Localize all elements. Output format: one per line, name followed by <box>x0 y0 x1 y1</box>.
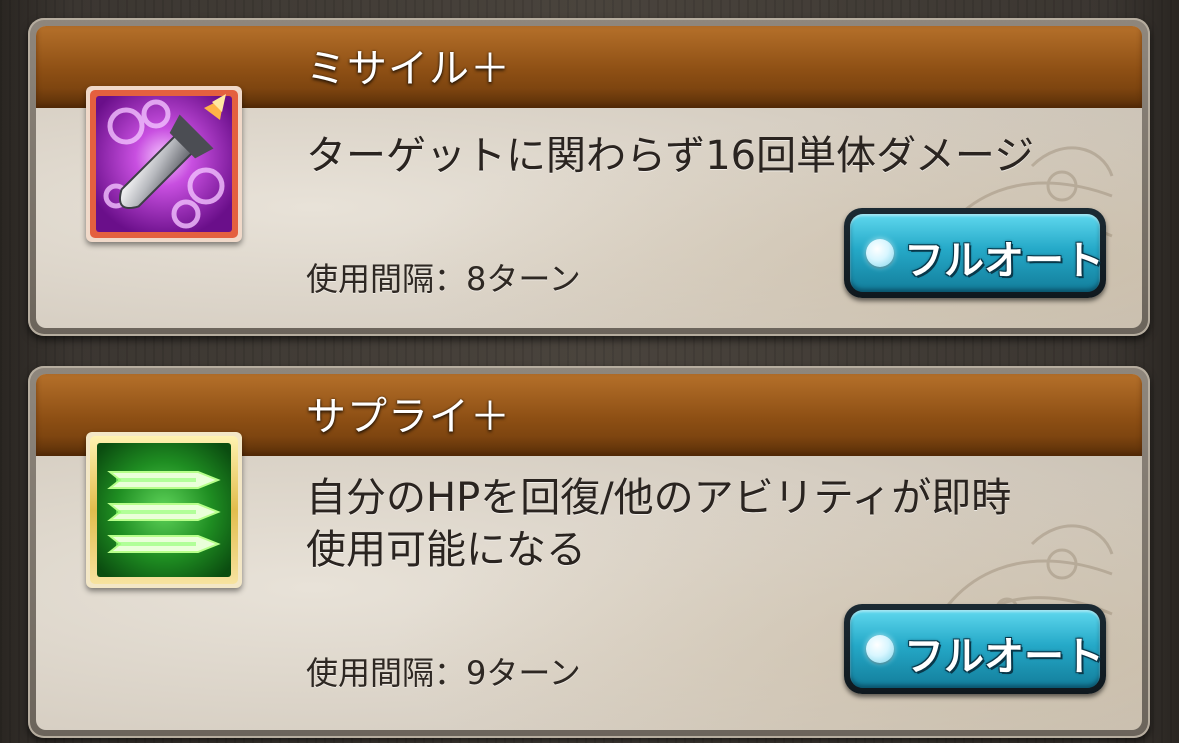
ability-description-line-2: 使用可能になる <box>306 527 586 573</box>
full-auto-button[interactable]: フルオート <box>844 604 1106 694</box>
ability-card-missile: ミサイル＋ ターゲットに関わらず16回単体ダメージ 使用間隔：8ターン フルオー… <box>28 18 1150 336</box>
ability-name: サプライ＋ <box>306 394 511 440</box>
full-auto-button[interactable]: フルオート <box>844 208 1106 298</box>
toggle-indicator-icon <box>866 239 894 267</box>
ability-card-supply: サプライ＋ 自分のHPを回復/他のアビリティが即時 使用可能になる 使用間隔：9… <box>28 366 1150 738</box>
full-auto-button-face: フルオート <box>850 610 1104 688</box>
full-auto-button-label: フルオート <box>904 634 1104 680</box>
ability-description-line-1: 自分のHPを回復/他のアビリティが即時 <box>306 475 1012 521</box>
ability-icon-frame[interactable] <box>86 432 242 588</box>
toggle-indicator-icon <box>866 635 894 663</box>
ability-description: ターゲットに関わらず16回単体ダメージ <box>306 133 1035 179</box>
missile-icon <box>90 90 238 238</box>
ability-cooldown: 使用間隔：8ターン <box>306 260 581 298</box>
ability-icon-frame[interactable] <box>86 86 242 242</box>
full-auto-button-label: フルオート <box>904 238 1104 284</box>
ability-name: ミサイル＋ <box>306 46 511 92</box>
supply-arrows-icon <box>90 436 238 584</box>
ability-cooldown: 使用間隔：9ターン <box>306 654 581 692</box>
full-auto-button-face: フルオート <box>850 214 1104 292</box>
